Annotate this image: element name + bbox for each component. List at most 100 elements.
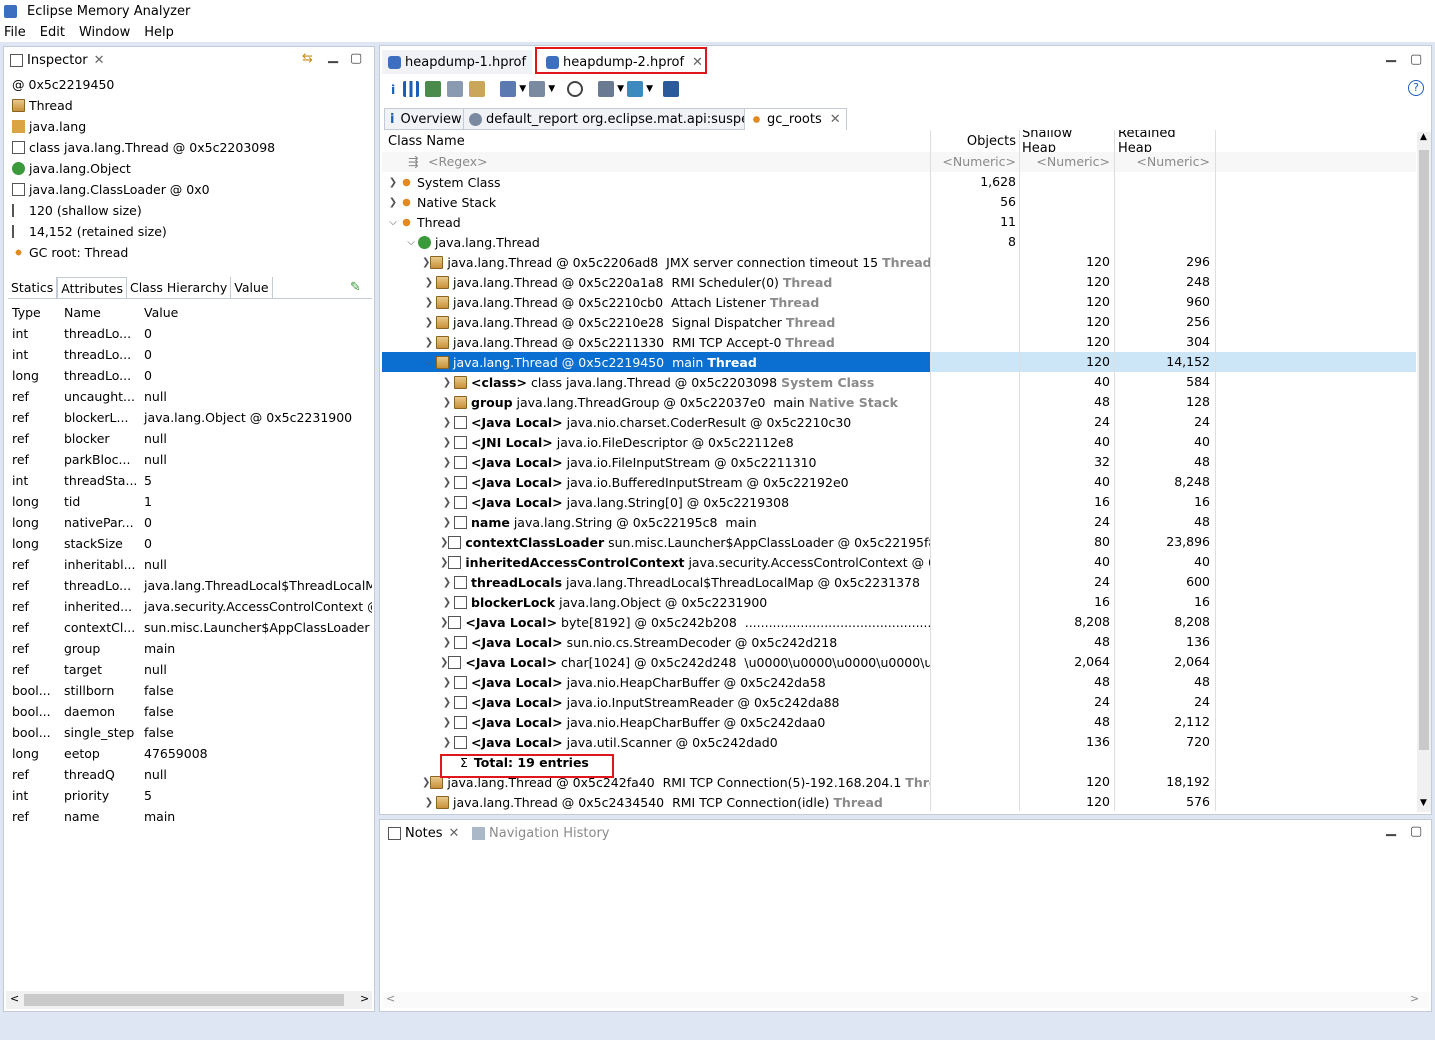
table-row[interactable]: ❯ <Java Local> java.io.InputStreamReader … xyxy=(382,692,1416,712)
tab-statics[interactable]: Statics xyxy=(8,277,58,298)
attribute-row[interactable]: ref inheritabl... null xyxy=(8,554,372,575)
expand-icon[interactable]: ❯ xyxy=(422,317,436,328)
maximize-icon[interactable]: ▢ xyxy=(1410,52,1422,67)
attribute-row[interactable]: int threadSta... 5 xyxy=(8,470,372,491)
attribute-row[interactable]: ref uncaught... null xyxy=(8,386,372,407)
table-row[interactable]: ❯ <Java Local> java.io.FileInputStream @ … xyxy=(382,452,1416,472)
table-row[interactable]: ❯ <Java Local> java.lang.String[0] @ 0x5c… xyxy=(382,492,1416,512)
expand-icon[interactable]: ❯ xyxy=(386,197,400,208)
expand-icon[interactable]: ❯ xyxy=(440,497,454,508)
col-shallow-heap[interactable]: Shallow Heap xyxy=(1022,130,1110,156)
expand-icon[interactable]: ❯ xyxy=(440,457,454,468)
attribute-row[interactable]: bool... stillborn false xyxy=(8,680,372,701)
expand-icon[interactable]: ❯ xyxy=(440,437,454,448)
table-row[interactable]: ❯ <Java Local> java.nio.HeapCharBuffer @ … xyxy=(382,712,1416,732)
table-row[interactable]: ❯ <Java Local> char[1024] @ 0x5c242d248 \… xyxy=(382,652,1416,672)
pin-icon[interactable]: ✎ xyxy=(350,280,361,295)
menu-help[interactable]: Help xyxy=(144,25,174,40)
attribute-row[interactable]: ref threadLo... java.lang.ThreadLocal$Thre… xyxy=(8,575,372,596)
table-row[interactable]: ❯ java.lang.Thread @ 0x5c2210e28 Signal D… xyxy=(382,312,1416,332)
table-row[interactable]: ❯ <class> class java.lang.Thread @ 0x5c22… xyxy=(382,372,1416,392)
table-row[interactable]: ❯ threadLocals java.lang.ThreadLocal$Thre… xyxy=(382,572,1416,592)
expand-icon[interactable]: ❯ xyxy=(440,717,454,728)
attribute-row[interactable]: ref contextCl... sun.misc.Launcher$AppClas… xyxy=(8,617,372,638)
table-row[interactable]: ❯ <Java Local> java.nio.HeapCharBuffer @ … xyxy=(382,672,1416,692)
maximize-icon[interactable]: ▢ xyxy=(350,51,362,66)
expand-icon[interactable]: ❯ xyxy=(422,277,436,288)
expand-icon[interactable]: ❯ xyxy=(422,777,430,788)
thread-overview-icon[interactable] xyxy=(469,81,486,97)
table-row[interactable]: ⌵ java.lang.Thread 8 xyxy=(382,232,1416,252)
table-row[interactable]: ❯ <JNI Local> java.io.FileDescriptor @ 0x… xyxy=(382,432,1416,452)
table-row[interactable]: ⌵ Thread 11 xyxy=(382,212,1416,232)
expand-icon[interactable]: ❯ xyxy=(386,177,400,188)
attribute-row[interactable]: long eetop 47659008 xyxy=(8,743,372,764)
expand-icon[interactable]: ❯ xyxy=(440,637,454,648)
attribute-row[interactable]: ref inherited... java.security.AccessContr… xyxy=(8,596,372,617)
attribute-row[interactable]: ref blockerL... java.lang.Object @ 0x5c223… xyxy=(8,407,372,428)
col-name[interactable]: Name xyxy=(58,305,138,320)
maximize-icon[interactable]: ▢ xyxy=(1410,824,1422,839)
table-row[interactable]: ❯ group java.lang.ThreadGroup @ 0x5c22037… xyxy=(382,392,1416,412)
attribute-row[interactable]: bool... daemon false xyxy=(8,701,372,722)
table-row[interactable]: ❯ inheritedAccessControlContext java.secu… xyxy=(382,552,1416,572)
table-row[interactable]: ❯ Native Stack 56 xyxy=(382,192,1416,212)
col-type[interactable]: Type xyxy=(8,305,58,320)
tab-value[interactable]: Value xyxy=(231,277,273,298)
table-row[interactable]: ❯ java.lang.Thread @ 0x5c2434540 RMI TCP … xyxy=(382,792,1416,811)
table-row[interactable]: ❯ java.lang.Thread @ 0x5c2211330 RMI TCP … xyxy=(382,332,1416,352)
table-row[interactable]: ❯ blockerLock java.lang.Object @ 0x5c2231… xyxy=(382,592,1416,612)
retained-filter[interactable]: <Numeric> xyxy=(1118,152,1210,172)
close-icon[interactable]: ✕ xyxy=(94,53,105,68)
dropdown-icon[interactable]: ▼ xyxy=(646,84,653,94)
scroll-right-icon[interactable]: > xyxy=(1410,992,1419,1005)
shallow-filter[interactable]: <Numeric> xyxy=(1022,152,1110,172)
expand-icon[interactable]: ❯ xyxy=(422,337,436,348)
expand-icon[interactable]: ❯ xyxy=(440,657,448,668)
menu-edit[interactable]: Edit xyxy=(40,25,65,40)
col-class-name[interactable]: Class Name xyxy=(388,130,928,152)
notes-textarea[interactable] xyxy=(382,846,1429,992)
tab-heapdump-1[interactable]: heapdump-1.hprof xyxy=(382,50,533,74)
col-retained-heap[interactable]: Retained Heap xyxy=(1118,130,1210,156)
scroll-thumb[interactable] xyxy=(1419,150,1429,750)
expand-icon[interactable]: ❯ xyxy=(422,257,430,268)
attribute-row[interactable]: ref group main xyxy=(8,638,372,659)
attribute-row[interactable]: long stackSize 0 xyxy=(8,533,372,554)
expand-icon[interactable]: ❯ xyxy=(440,677,454,688)
dropdown-icon[interactable]: ▼ xyxy=(519,84,526,94)
expand-icon[interactable]: ❯ xyxy=(440,537,448,548)
expand-icon[interactable]: ❯ xyxy=(440,557,448,568)
expand-icon[interactable]: ❯ xyxy=(440,597,454,608)
attribute-row[interactable]: bool... single_step false xyxy=(8,722,372,743)
table-row[interactable]: ❯ java.lang.Thread @ 0x5c2210cb0 Attach L… xyxy=(382,292,1416,312)
collapse-icon[interactable]: ⌵ xyxy=(422,357,436,368)
close-icon[interactable]: ✕ xyxy=(449,826,460,841)
expand-icon[interactable]: ❯ xyxy=(440,737,454,748)
expand-icon[interactable]: ❯ xyxy=(440,417,454,428)
oql-icon[interactable] xyxy=(447,81,464,97)
info-icon[interactable]: i xyxy=(391,82,395,97)
close-icon[interactable]: ✕ xyxy=(830,112,841,127)
table-row[interactable]: ❯ <Java Local> java.io.BufferedInputStrea… xyxy=(382,472,1416,492)
table-row[interactable]: ❯ java.lang.Thread @ 0x5c220a1a8 RMI Sche… xyxy=(382,272,1416,292)
scroll-thumb[interactable] xyxy=(24,994,344,1006)
col-objects[interactable]: Objects xyxy=(932,130,1016,152)
table-row[interactable]: ❯ name java.lang.String @ 0x5c22195c8 mai… xyxy=(382,512,1416,532)
tab-attributes[interactable]: Attributes xyxy=(57,277,127,298)
tab-navigation-history[interactable]: Navigation History xyxy=(466,820,616,846)
table-row[interactable]: ❯ System Class 1,628 xyxy=(382,172,1416,192)
vertical-scrollbar[interactable]: ▲ ▼ xyxy=(1417,132,1431,812)
export-icon[interactable] xyxy=(627,81,644,97)
tab-gc-roots[interactable]: gc_roots ✕ xyxy=(744,108,847,130)
table-row[interactable]: ❯ <Java Local> java.nio.charset.CoderResu… xyxy=(382,412,1416,432)
expand-icon[interactable]: ❯ xyxy=(422,797,436,808)
table-row[interactable]: ⌵ java.lang.Thread @ 0x5c2219450 main Thre… xyxy=(382,352,1416,372)
minimize-icon[interactable]: ▁ xyxy=(1386,48,1396,63)
attribute-row[interactable]: ref parkBloc... null xyxy=(8,449,372,470)
table-row[interactable]: ❯ <Java Local> byte[8192] @ 0x5c242b208 .… xyxy=(382,612,1416,632)
attribute-row[interactable]: int priority 5 xyxy=(8,785,372,806)
table-row[interactable]: ❯ java.lang.Thread @ 0x5c2206ad8 JMX serv… xyxy=(382,252,1416,272)
dominator-tree-icon[interactable] xyxy=(425,81,442,97)
minimize-icon[interactable]: ▁ xyxy=(328,49,338,64)
